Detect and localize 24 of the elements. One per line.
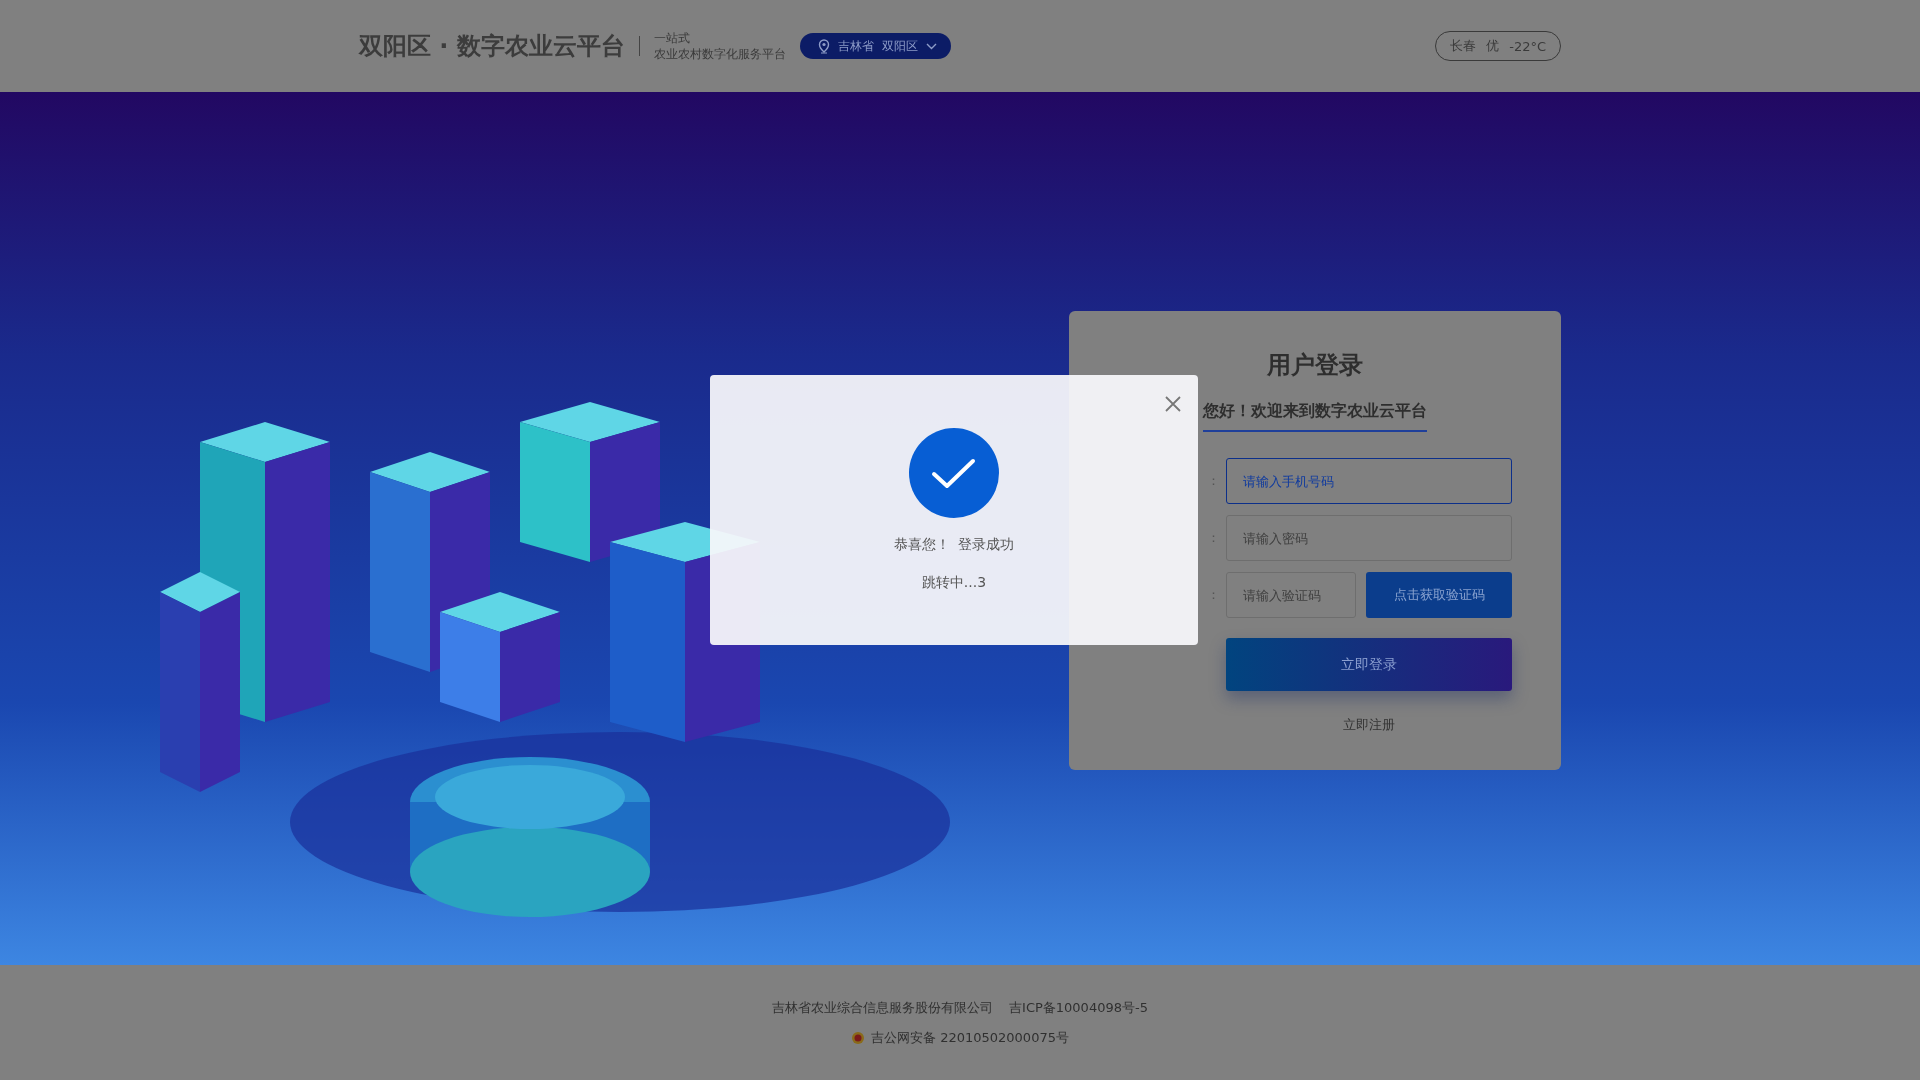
- input-field[interactable]: 请输入密码: [1226, 515, 1512, 561]
- get-code-button[interactable]: 点击获取验证码: [1366, 572, 1512, 618]
- company-text: 吉林省农业综合信息服务股份有限公司: [772, 998, 994, 1017]
- location-pin-icon: [817, 38, 830, 54]
- input-field[interactable]: 请输入验证码: [1226, 572, 1356, 618]
- icp-text: 吉ICP备10004098号-5: [1009, 998, 1148, 1017]
- field-label: ：: [1207, 529, 1221, 547]
- field-label: ：: [1207, 586, 1221, 604]
- welcome-text: 您好！欢迎来到数字农业云平台: [1203, 401, 1427, 432]
- site-title: 双阳区 · 数字农业云平台: [359, 31, 625, 62]
- police-record-text: 吉公网安备 22010502000075号: [871, 1028, 1069, 1047]
- police-emblem-icon: [851, 1030, 866, 1045]
- location-selector[interactable]: 吉林省 双阳区: [799, 33, 951, 59]
- input-field[interactable]: 请输入手机号码: [1226, 458, 1512, 504]
- register-link[interactable]: 立即注册: [1226, 716, 1512, 734]
- success-message: 登录成功: [958, 536, 1014, 554]
- login-title: 用户登录: [1267, 350, 1363, 381]
- tagline-text: 农业农村数字化服务平台: [653, 46, 786, 62]
- redirect-countdown: 跳转中...3: [921, 574, 987, 592]
- chevron-down-icon: [925, 42, 937, 50]
- success-check-icon: [909, 428, 999, 518]
- success-message: 恭喜您！: [894, 536, 950, 554]
- login-button[interactable]: 立即登录: [1226, 638, 1512, 691]
- field-label: ：: [1207, 472, 1221, 490]
